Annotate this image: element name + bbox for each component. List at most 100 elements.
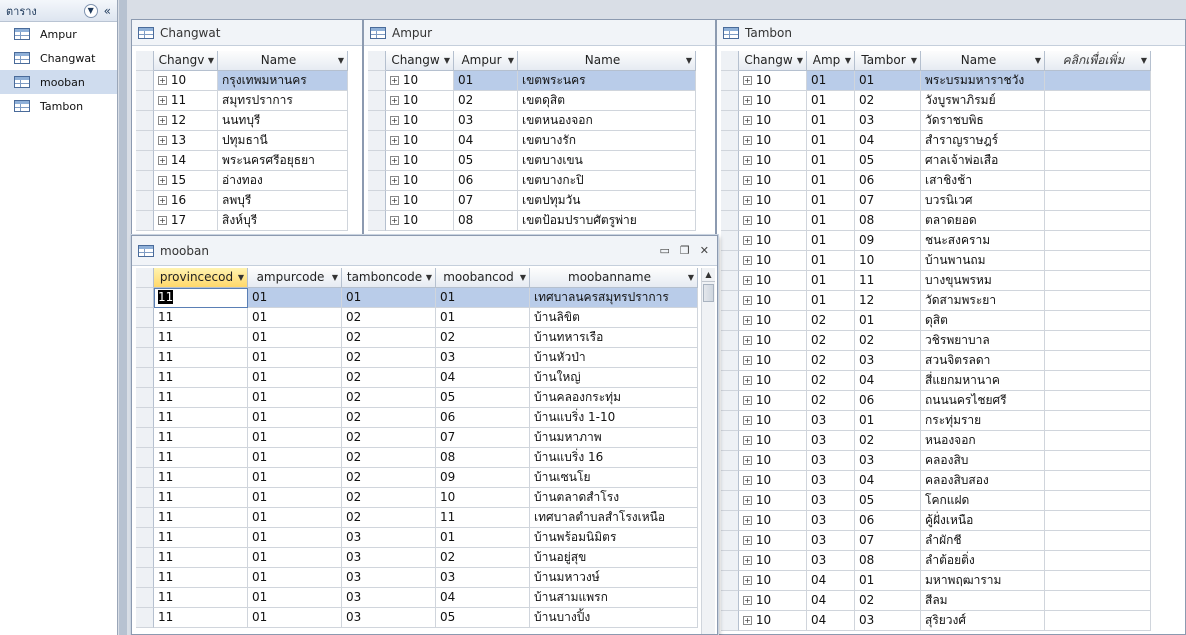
- table-cell[interactable]: [1045, 131, 1151, 151]
- table-cell[interactable]: 11: [154, 468, 248, 488]
- table-cell[interactable]: 06: [454, 171, 518, 191]
- table-cell[interactable]: 03: [855, 611, 921, 631]
- row-selector[interactable]: [136, 548, 154, 568]
- expand-subdatasheet-icon[interactable]: +: [743, 76, 752, 85]
- row-selector[interactable]: [136, 608, 154, 628]
- table-row[interactable]: + 10 03 06 คู้ฝั่งเหนือ: [721, 511, 1185, 531]
- table-cell[interactable]: + 10: [739, 331, 807, 351]
- table-cell[interactable]: + 10: [739, 371, 807, 391]
- table-row[interactable]: 11 01 02 07 บ้านมหาภาพ: [136, 428, 699, 448]
- table-cell[interactable]: 03: [342, 588, 436, 608]
- table-row[interactable]: + 10 04 03 สุริยวงศ์: [721, 611, 1185, 631]
- table-cell[interactable]: 01: [807, 211, 855, 231]
- table-cell[interactable]: + 10: [739, 171, 807, 191]
- table-cell[interactable]: [1045, 451, 1151, 471]
- table-cell[interactable]: ลำต้อยติ่ง: [921, 551, 1045, 571]
- table-cell[interactable]: [1045, 151, 1151, 171]
- table-cell[interactable]: สำราญราษฎร์: [921, 131, 1045, 151]
- table-cell[interactable]: + 10: [386, 191, 454, 211]
- expand-subdatasheet-icon[interactable]: +: [390, 176, 399, 185]
- table-row[interactable]: + 10 07 เขตปทุมวัน: [368, 191, 715, 211]
- row-selector[interactable]: [136, 348, 154, 368]
- table-cell[interactable]: [1045, 371, 1151, 391]
- table-cell[interactable]: 11: [154, 568, 248, 588]
- table-row[interactable]: + 10 02 01 ดุสิต: [721, 311, 1185, 331]
- table-cell[interactable]: 03: [342, 568, 436, 588]
- table-cell[interactable]: 02: [342, 328, 436, 348]
- table-row[interactable]: + 10 05 เขตบางเขน: [368, 151, 715, 171]
- table-row[interactable]: 11 01 03 03 บ้านมหาวงษ์: [136, 568, 699, 588]
- table-cell[interactable]: 01: [248, 328, 342, 348]
- vertical-scrollbar[interactable]: ▲: [701, 268, 715, 634]
- table-cell[interactable]: 02: [342, 428, 436, 448]
- table-cell[interactable]: [1045, 531, 1151, 551]
- table-row[interactable]: 11 01 03 02 บ้านอยู่สุข: [136, 548, 699, 568]
- table-cell[interactable]: + 10: [739, 471, 807, 491]
- table-cell[interactable]: 03: [807, 531, 855, 551]
- row-selector[interactable]: [136, 468, 154, 488]
- row-selector[interactable]: [136, 131, 154, 151]
- row-selector[interactable]: [721, 471, 739, 491]
- table-cell[interactable]: บ้านพร้อมนิมิตร: [530, 528, 698, 548]
- table-row[interactable]: 11 01 03 04 บ้านสามแพรก: [136, 588, 699, 608]
- table-cell[interactable]: + 10: [739, 251, 807, 271]
- table-cell[interactable]: 06: [855, 171, 921, 191]
- table-cell[interactable]: [1045, 411, 1151, 431]
- expand-subdatasheet-icon[interactable]: +: [743, 196, 752, 205]
- table-cell[interactable]: บ้านอยู่สุข: [530, 548, 698, 568]
- table-cell[interactable]: 01: [248, 508, 342, 528]
- table-cell[interactable]: 02: [342, 408, 436, 428]
- table-cell[interactable]: 11: [154, 548, 248, 568]
- table-cell[interactable]: พระนครศรีอยุธยา: [218, 151, 348, 171]
- expand-subdatasheet-icon[interactable]: +: [743, 116, 752, 125]
- table-cell[interactable]: + 10: [739, 91, 807, 111]
- mooban-datasheet-window[interactable]: mooban ▭ ❐ ✕ provincecod ▼ ampurcode ▼ tambo…: [131, 235, 718, 635]
- table-cell[interactable]: + 10: [739, 611, 807, 631]
- table-cell[interactable]: บ้านแบริ่ง 16: [530, 448, 698, 468]
- table-row[interactable]: + 11 สมุทรปราการ: [136, 91, 362, 111]
- row-selector[interactable]: [368, 111, 386, 131]
- table-cell[interactable]: เขตบางเขน: [518, 151, 696, 171]
- table-cell[interactable]: 02: [807, 311, 855, 331]
- table-cell[interactable]: [1045, 591, 1151, 611]
- column-sort-dropdown-icon[interactable]: ▼: [426, 268, 432, 287]
- table-cell[interactable]: 02: [855, 331, 921, 351]
- table-cell[interactable]: [1045, 351, 1151, 371]
- expand-subdatasheet-icon[interactable]: +: [743, 216, 752, 225]
- row-selector[interactable]: [721, 431, 739, 451]
- table-cell[interactable]: 04: [807, 611, 855, 631]
- table-cell[interactable]: 01: [855, 411, 921, 431]
- table-cell[interactable]: 01: [248, 468, 342, 488]
- expand-subdatasheet-icon[interactable]: +: [158, 196, 167, 205]
- table-cell[interactable]: + 10: [739, 231, 807, 251]
- table-cell[interactable]: 08: [855, 551, 921, 571]
- table-cell[interactable]: บ้านเซนโย: [530, 468, 698, 488]
- table-row[interactable]: 11 01 02 06 บ้านแบริ่ง 1-10: [136, 408, 699, 428]
- table-cell[interactable]: 01: [248, 448, 342, 468]
- table-cell[interactable]: วัดสามพระยา: [921, 291, 1045, 311]
- table-cell[interactable]: ลพบุรี: [218, 191, 348, 211]
- column-header-4[interactable]: คลิกเพื่อเพิ่ม ▼: [1045, 51, 1151, 71]
- row-selector[interactable]: [721, 411, 739, 431]
- row-selector[interactable]: [721, 71, 739, 91]
- expand-subdatasheet-icon[interactable]: +: [743, 496, 752, 505]
- column-header-2[interactable]: Name ▼: [518, 51, 696, 71]
- table-row[interactable]: + 10 01 07 บวรนิเวศ: [721, 191, 1185, 211]
- table-cell[interactable]: 01: [436, 308, 530, 328]
- table-row[interactable]: 11 01 02 04 บ้านใหญ่: [136, 368, 699, 388]
- column-sort-dropdown-icon[interactable]: ▼: [238, 268, 244, 287]
- table-cell[interactable]: 01: [807, 291, 855, 311]
- row-selector[interactable]: [721, 131, 739, 151]
- table-cell[interactable]: + 10: [154, 71, 218, 91]
- expand-subdatasheet-icon[interactable]: +: [743, 156, 752, 165]
- row-selector[interactable]: [721, 331, 739, 351]
- table-cell[interactable]: + 13: [154, 131, 218, 151]
- row-selector[interactable]: [136, 588, 154, 608]
- table-cell[interactable]: 01: [855, 71, 921, 91]
- expand-subdatasheet-icon[interactable]: +: [743, 356, 752, 365]
- column-header-0[interactable]: Changw ▼: [386, 51, 454, 71]
- nav-collapse-icon[interactable]: «: [104, 4, 111, 18]
- table-cell[interactable]: 11: [154, 408, 248, 428]
- table-cell[interactable]: สมุทรปราการ: [218, 91, 348, 111]
- table-cell[interactable]: 02: [855, 431, 921, 451]
